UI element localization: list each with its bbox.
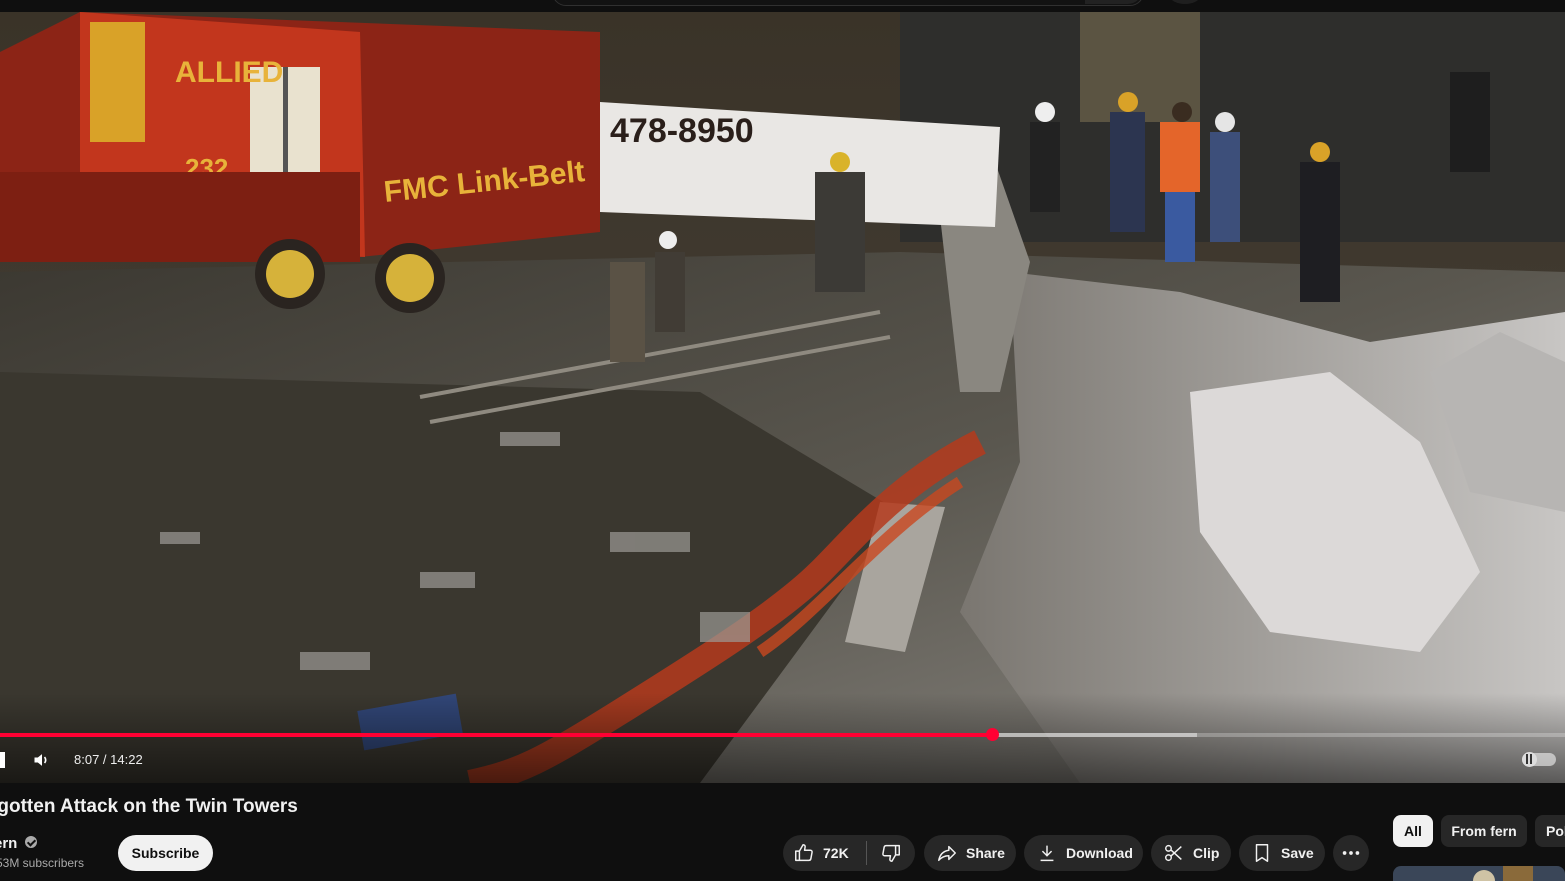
subscribe-button[interactable]: Subscribe bbox=[118, 835, 213, 871]
dislike-button[interactable] bbox=[867, 835, 915, 871]
download-icon bbox=[1040, 845, 1054, 862]
thumbnail-detail bbox=[1473, 870, 1495, 881]
masthead-edge bbox=[0, 0, 1565, 12]
share-icon bbox=[938, 845, 956, 862]
progress-bar[interactable] bbox=[0, 728, 1565, 741]
subscriber-count: 53M subscribers bbox=[0, 856, 85, 870]
video-player[interactable]: 478-8950 ALLIED 232 FMC Link-Belt 8:07 /… bbox=[0, 12, 1565, 783]
bookmark-icon bbox=[1255, 844, 1269, 862]
time-display: 8:07 / 14:22 bbox=[74, 752, 143, 767]
like-dislike-group: 72K bbox=[783, 835, 915, 871]
search-box-edge[interactable] bbox=[552, 0, 1144, 6]
video-frame: 478-8950 ALLIED 232 FMC Link-Belt bbox=[0, 12, 1565, 783]
scissors-icon bbox=[1165, 844, 1182, 862]
save-button[interactable]: Save bbox=[1239, 835, 1325, 871]
share-button[interactable]: Share bbox=[924, 835, 1016, 871]
player-controls: 8:07 / 14:22 bbox=[0, 744, 1565, 774]
thumbnail-detail bbox=[1503, 866, 1533, 881]
clip-label: Clip bbox=[1193, 845, 1220, 861]
autoplay-knob bbox=[1522, 752, 1537, 767]
like-button[interactable]: 72K bbox=[783, 835, 866, 871]
save-label: Save bbox=[1281, 845, 1314, 861]
clip-button[interactable]: Clip bbox=[1151, 835, 1231, 871]
crane-name-text: ALLIED bbox=[175, 56, 283, 89]
download-label: Download bbox=[1066, 845, 1133, 861]
chip-all[interactable]: All bbox=[1393, 815, 1433, 847]
truck-phone-text: 478-8950 bbox=[610, 112, 754, 150]
pause-icon bbox=[1526, 754, 1532, 764]
video-title: rgotten Attack on the Twin Towers bbox=[0, 796, 298, 817]
progress-played bbox=[0, 733, 993, 737]
share-label: Share bbox=[966, 845, 1005, 861]
play-pause-button[interactable] bbox=[0, 752, 5, 768]
like-count: 72K bbox=[823, 845, 849, 861]
more-horizontal-icon bbox=[1342, 851, 1360, 855]
thumbs-up-icon bbox=[795, 844, 813, 862]
chip-partial[interactable]: Pol bbox=[1535, 815, 1565, 847]
volume-icon[interactable] bbox=[32, 750, 52, 770]
download-button[interactable]: Download bbox=[1024, 835, 1143, 871]
autoplay-toggle[interactable] bbox=[1522, 752, 1556, 767]
channel-name[interactable]: ern bbox=[0, 835, 17, 852]
verified-badge-icon bbox=[25, 836, 37, 848]
thumbs-down-icon bbox=[882, 844, 900, 862]
chip-from-channel[interactable]: From fern bbox=[1441, 815, 1527, 847]
more-actions-button[interactable] bbox=[1333, 835, 1369, 871]
recommended-thumbnail[interactable] bbox=[1393, 866, 1565, 881]
voice-search-edge[interactable] bbox=[1170, 0, 1200, 4]
